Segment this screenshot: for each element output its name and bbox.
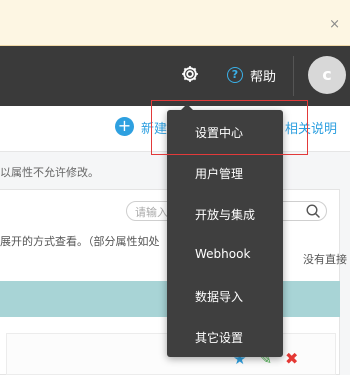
menu-item-settings-center[interactable]: 设置中心	[195, 124, 243, 141]
description-text-tail: 没有直接	[303, 253, 347, 266]
menu-item-user-management[interactable]: 用户管理	[195, 165, 243, 182]
delete-icon[interactable]: ✖	[285, 351, 298, 367]
help-button[interactable]: ? 帮助	[227, 66, 277, 85]
notice-bar	[0, 0, 350, 46]
menu-item-webhook[interactable]: Webhook	[195, 247, 250, 261]
menu-item-other-settings[interactable]: 其它设置	[195, 329, 243, 346]
top-navbar	[0, 46, 350, 106]
plus-icon[interactable]: +	[115, 117, 134, 136]
hint-text: 以属性不允许修改。	[0, 166, 99, 179]
menu-item-data-import[interactable]: 数据导入	[195, 288, 243, 305]
help-icon: ?	[227, 67, 243, 83]
search-icon[interactable]	[305, 203, 321, 219]
related-docs-link[interactable]: 相关说明	[285, 118, 337, 137]
navbar-divider	[293, 56, 294, 96]
search-placeholder: 请输入	[135, 206, 168, 219]
new-button[interactable]: 新建	[141, 118, 167, 137]
menu-item-open-integration[interactable]: 开放与集成	[195, 206, 255, 223]
help-label: 帮助	[250, 69, 277, 85]
dropdown-arrow	[180, 104, 194, 111]
settings-dropdown-menu: 设置中心 用户管理 开放与集成 Webhook 数据导入 其它设置	[167, 110, 283, 357]
user-avatar[interactable]: c	[308, 56, 346, 94]
gear-icon[interactable]	[180, 64, 200, 84]
close-icon[interactable]: ×	[329, 18, 340, 31]
